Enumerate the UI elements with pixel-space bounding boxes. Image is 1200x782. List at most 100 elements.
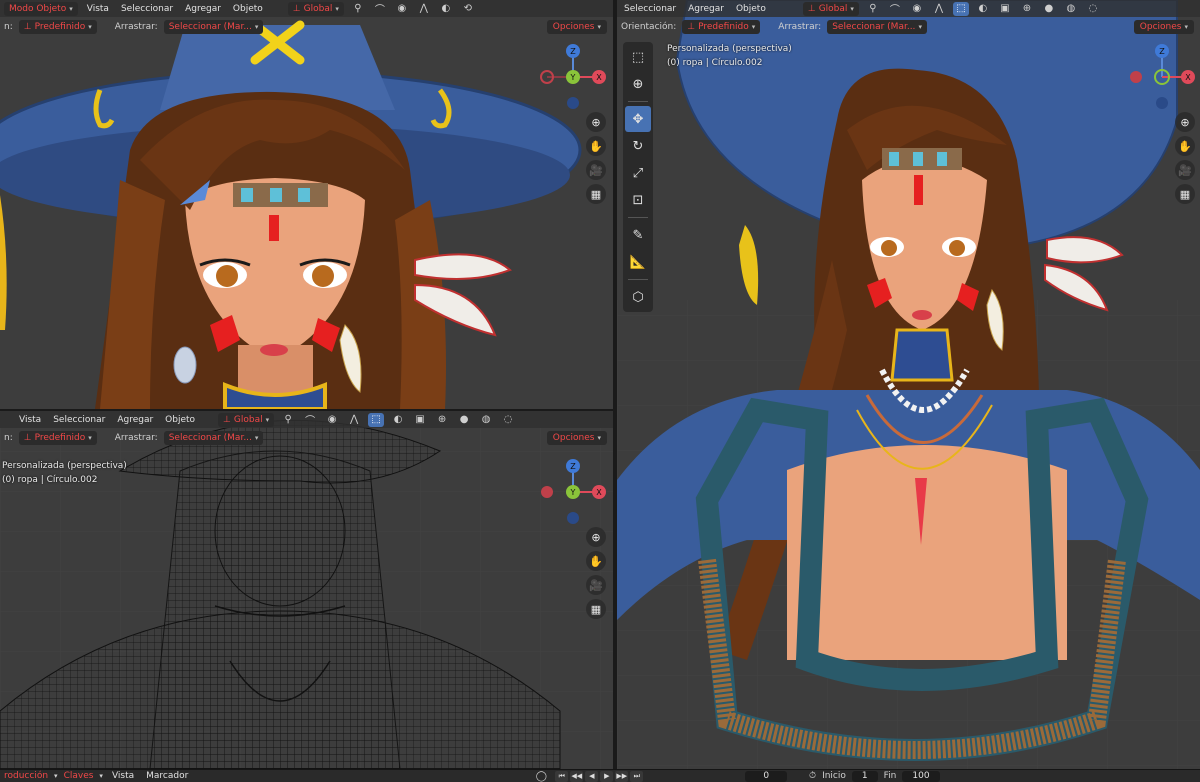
navigation-gizmo[interactable]: Z Y X <box>538 42 608 112</box>
orientation-dropdown[interactable]: ⊥ Predefinido ▾ <box>18 20 97 34</box>
navigation-gizmo[interactable]: Z Y X <box>538 457 608 527</box>
proportional-edit-icon[interactable]: ◉ <box>909 2 925 16</box>
timeline-header: roducción ▾ Claves ▾ Vista Marcador ◯ ⏮ … <box>0 769 1200 782</box>
select-cursor-icon[interactable]: ⬚ <box>625 44 651 70</box>
transform-orientation-dropdown[interactable]: ⊥ Global ▾ <box>287 1 344 16</box>
mode-dropdown[interactable]: Modo Objeto ▾ <box>4 1 78 16</box>
grid-view-icon[interactable]: ▦ <box>586 599 606 619</box>
viewport-right[interactable]: Seleccionar Agregar Objeto ⊥ Global ▾ ⚲ ⌒ … <box>617 0 1200 769</box>
menu-view[interactable]: Vista <box>16 415 44 425</box>
zoom-icon[interactable]: ⊕ <box>586 112 606 132</box>
pivot-icon[interactable]: ⚲ <box>865 2 881 16</box>
navigation-gizmo[interactable]: Z X <box>1127 42 1197 112</box>
pivot-icon[interactable]: ⚲ <box>350 2 366 16</box>
xray-icon[interactable]: ▣ <box>997 2 1013 16</box>
menu-object[interactable]: Objeto <box>230 4 266 14</box>
axes-icon: ⊥ <box>23 22 32 32</box>
camera-view-icon[interactable]: 🎥 <box>1175 160 1195 180</box>
pan-hand-icon[interactable]: ✋ <box>1175 136 1195 156</box>
playback-mode[interactable]: roducción <box>4 771 48 781</box>
drag-dropdown[interactable]: Seleccionar (Mar... ▾ <box>827 20 927 34</box>
snap-icon[interactable]: ⌒ <box>372 2 388 16</box>
editor-type-icon[interactable] <box>4 413 10 427</box>
shading-solid-icon[interactable]: ● <box>456 413 472 427</box>
add-cube-tool-icon[interactable]: ⬡ <box>625 284 651 310</box>
options-dropdown[interactable]: Opciones ▾ <box>1133 20 1194 34</box>
menu-add[interactable]: Agregar <box>182 4 224 14</box>
blender-window: Modo Objeto ▾ Vista Seleccionar Agregar O… <box>0 0 1200 782</box>
shading-wireframe-icon[interactable]: ⊕ <box>1019 2 1035 16</box>
viewport-top-left[interactable]: Modo Objeto ▾ Vista Seleccionar Agregar O… <box>0 0 613 409</box>
prev-key-icon[interactable]: ◀◀ <box>570 770 584 782</box>
select-box-icon[interactable]: ⬚ <box>368 412 385 427</box>
zoom-icon[interactable]: ⊕ <box>1175 112 1195 132</box>
visibility-icon[interactable]: ◐ <box>438 2 454 16</box>
zoom-icon[interactable]: ⊕ <box>586 527 606 547</box>
annotate-tool-icon[interactable]: ✎ <box>625 222 651 248</box>
visibility-icon[interactable]: ◐ <box>390 413 406 427</box>
menu-add[interactable]: Agregar <box>685 4 727 14</box>
menu-select[interactable]: Seleccionar <box>50 415 108 425</box>
scale-tool-icon[interactable]: ⤢ <box>625 160 651 186</box>
camera-view-icon[interactable]: 🎥 <box>586 575 606 595</box>
pivot-icon[interactable]: ⚲ <box>280 413 296 427</box>
viewport-bottom-left[interactable]: Vista Seleccionar Agregar Objeto ⊥ Global… <box>0 411 613 769</box>
options-dropdown[interactable]: Opciones ▾ <box>546 431 607 445</box>
drag-dropdown[interactable]: Seleccionar (Mar... ▾ <box>163 431 264 445</box>
menu-add[interactable]: Agregar <box>114 415 156 425</box>
drag-dropdown[interactable]: Seleccionar (Mar... ▾ <box>163 20 264 34</box>
falloff-icon[interactable]: ⋀ <box>346 413 362 427</box>
select-box-icon[interactable]: ⬚ <box>952 1 969 16</box>
menu-object[interactable]: Objeto <box>162 415 198 425</box>
pan-hand-icon[interactable]: ✋ <box>586 551 606 571</box>
orientation-dropdown[interactable]: ⊥ Predefinido ▾ <box>18 431 97 445</box>
menu-object[interactable]: Objeto <box>733 4 769 14</box>
move-tool-icon[interactable]: ✥ <box>625 106 651 132</box>
end-frame-field[interactable]: 100 <box>902 770 940 782</box>
snap-icon[interactable]: ⌒ <box>302 413 318 427</box>
shading-wireframe-icon[interactable]: ⊕ <box>434 413 450 427</box>
menu-select[interactable]: Seleccionar <box>118 4 176 14</box>
orientation-dropdown[interactable]: ⊥ Predefinido ▾ <box>682 20 761 34</box>
shading-material-icon[interactable]: ◍ <box>1063 2 1079 16</box>
grid-view-icon[interactable]: ▦ <box>586 184 606 204</box>
options-dropdown[interactable]: Opciones ▾ <box>546 20 607 34</box>
clock-icon[interactable]: ⏱ <box>809 771 816 781</box>
falloff-icon[interactable]: ⋀ <box>416 2 432 16</box>
jump-end-icon[interactable]: ⏭ <box>630 770 644 782</box>
play-icon[interactable]: ▶ <box>600 770 614 782</box>
transform-tool-icon[interactable]: ⊡ <box>625 187 651 213</box>
falloff-icon[interactable]: ⋀ <box>931 2 947 16</box>
gizmo-toggle-icon[interactable]: ⟲ <box>460 2 476 16</box>
shading-rendered-icon[interactable]: ◌ <box>1085 2 1101 16</box>
shading-rendered-icon[interactable]: ◌ <box>500 413 516 427</box>
record-icon[interactable]: ◯ <box>533 771 549 782</box>
next-key-icon[interactable]: ▶▶ <box>615 770 629 782</box>
timeline-menu-marker[interactable]: Marcador <box>143 771 191 781</box>
start-frame-field[interactable]: 1 <box>851 770 878 782</box>
timeline-menu-view[interactable]: Vista <box>109 771 137 781</box>
shading-material-icon[interactable]: ◍ <box>478 413 494 427</box>
transform-orientation-dropdown[interactable]: ⊥ Global ▾ <box>218 412 275 427</box>
grid-view-icon[interactable]: ▦ <box>1175 184 1195 204</box>
axes-icon: ⊥ <box>223 414 231 425</box>
xray-icon[interactable]: ▣ <box>412 413 428 427</box>
rotate-tool-icon[interactable]: ↻ <box>625 133 651 159</box>
keys-menu[interactable]: Claves <box>64 771 94 781</box>
transform-orientation-dropdown[interactable]: ⊥ Global ▾ <box>802 1 859 16</box>
proportional-edit-icon[interactable]: ◉ <box>324 413 340 427</box>
visibility-icon[interactable]: ◐ <box>975 2 991 16</box>
proportional-edit-icon[interactable]: ◉ <box>394 2 410 16</box>
3d-cursor-icon[interactable]: ⊕ <box>625 71 651 97</box>
shading-solid-icon[interactable]: ● <box>1041 2 1057 16</box>
menu-view[interactable]: Vista <box>84 4 112 14</box>
camera-view-icon[interactable]: 🎥 <box>586 160 606 180</box>
measure-tool-icon[interactable]: 📐 <box>625 249 651 275</box>
axes-icon: ⊥ <box>23 433 32 443</box>
pan-hand-icon[interactable]: ✋ <box>586 136 606 156</box>
play-reverse-icon[interactable]: ◀ <box>585 770 599 782</box>
current-frame-field[interactable]: 0 <box>745 770 788 782</box>
snap-icon[interactable]: ⌒ <box>887 2 903 16</box>
menu-select[interactable]: Seleccionar <box>621 4 679 14</box>
jump-start-icon[interactable]: ⏮ <box>555 770 569 782</box>
